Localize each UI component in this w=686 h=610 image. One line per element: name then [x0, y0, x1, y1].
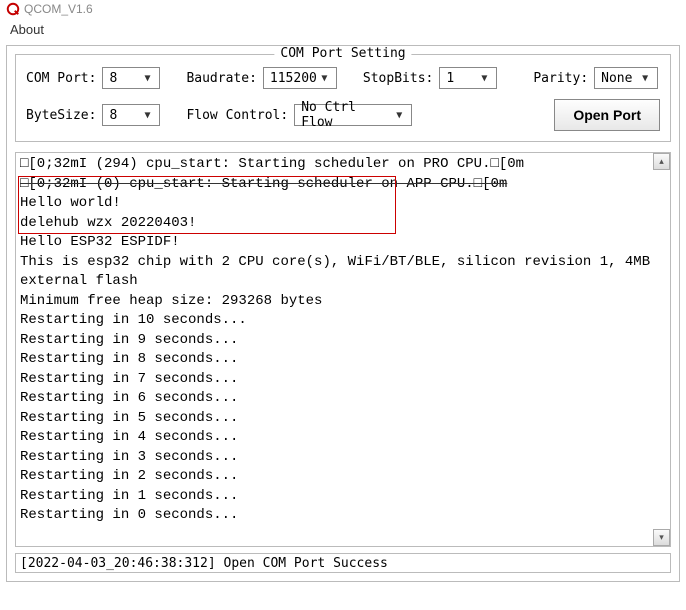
stopbits-select[interactable]: 1 ▼	[439, 67, 497, 89]
dropdown-arrow-icon: ▼	[476, 73, 492, 84]
parity-label: Parity:	[533, 71, 588, 86]
terminal-line: □[0;32mI (0) cpu_start: Starting schedul…	[20, 175, 666, 195]
terminal-line: Restarting in 1 seconds...	[20, 487, 666, 507]
flowcontrol-value: No Ctrl Flow	[301, 100, 391, 130]
main-frame: COM Port Setting COM Port: 8 ▼ Baudrate:…	[6, 45, 680, 582]
baudrate-label: Baudrate:	[186, 71, 256, 86]
flowcontrol-select[interactable]: No Ctrl Flow ▼	[294, 104, 412, 126]
dropdown-arrow-icon: ▼	[391, 110, 407, 121]
terminal-line: delehub wzx 20220403!	[20, 214, 666, 234]
terminal-output[interactable]: □[0;32mI (294) cpu_start: Starting sched…	[16, 153, 670, 546]
stopbits-value: 1	[446, 71, 476, 86]
terminal-line: This is esp32 chip with 2 CPU core(s), W…	[20, 253, 666, 273]
settings-row-1: COM Port: 8 ▼ Baudrate: 115200 ▼ StopBit…	[26, 67, 660, 89]
status-text: [2022-04-03_20:46:38:312] Open COM Port …	[20, 556, 388, 571]
terminal-line: Restarting in 6 seconds...	[20, 389, 666, 409]
comport-value: 8	[109, 71, 139, 86]
group-legend: COM Port Setting	[274, 46, 411, 61]
open-port-button[interactable]: Open Port	[554, 99, 660, 131]
dropdown-arrow-icon: ▼	[139, 73, 155, 84]
terminal-output-panel: □[0;32mI (294) cpu_start: Starting sched…	[15, 152, 671, 547]
comport-label: COM Port:	[26, 71, 96, 86]
settings-row-2: ByteSize: 8 ▼ Flow Control: No Ctrl Flow…	[26, 99, 660, 131]
flowcontrol-label: Flow Control:	[186, 108, 288, 123]
bytesize-select[interactable]: 8 ▼	[102, 104, 160, 126]
baudrate-select[interactable]: 115200 ▼	[263, 67, 337, 89]
scroll-up-button[interactable]: ▴	[653, 153, 670, 170]
terminal-line: Restarting in 8 seconds...	[20, 350, 666, 370]
window-titlebar: QCOM_V1.6	[0, 0, 686, 18]
terminal-line: Restarting in 5 seconds...	[20, 409, 666, 429]
terminal-line: Hello world!	[20, 194, 666, 214]
terminal-line: Restarting in 10 seconds...	[20, 311, 666, 331]
dropdown-arrow-icon: ▼	[637, 73, 653, 84]
comport-select[interactable]: 8 ▼	[102, 67, 160, 89]
terminal-line: □[0;32mI (294) cpu_start: Starting sched…	[20, 155, 666, 175]
terminal-line: external flash	[20, 272, 666, 292]
dropdown-arrow-icon: ▼	[139, 110, 155, 121]
bytesize-label: ByteSize:	[26, 108, 96, 123]
dropdown-arrow-icon: ▼	[317, 73, 332, 84]
app-icon	[6, 2, 20, 16]
terminal-line: Restarting in 0 seconds...	[20, 506, 666, 526]
baudrate-value: 115200	[270, 71, 317, 86]
parity-value: None	[601, 71, 637, 86]
terminal-line: Restarting in 2 seconds...	[20, 467, 666, 487]
parity-select[interactable]: None ▼	[594, 67, 658, 89]
com-port-setting-group: COM Port Setting COM Port: 8 ▼ Baudrate:…	[15, 54, 671, 142]
terminal-line: Minimum free heap size: 293268 bytes	[20, 292, 666, 312]
menu-about[interactable]: About	[10, 22, 44, 37]
terminal-line: Restarting in 9 seconds...	[20, 331, 666, 351]
status-bar: [2022-04-03_20:46:38:312] Open COM Port …	[15, 553, 671, 573]
bytesize-value: 8	[109, 108, 139, 123]
stopbits-label: StopBits:	[363, 71, 433, 86]
terminal-line: Hello ESP32 ESPIDF!	[20, 233, 666, 253]
menubar: About	[0, 18, 686, 43]
terminal-line: Restarting in 3 seconds...	[20, 448, 666, 468]
scroll-down-button[interactable]: ▾	[653, 529, 670, 546]
window-title: QCOM_V1.6	[24, 2, 93, 16]
terminal-line: Restarting in 7 seconds...	[20, 370, 666, 390]
terminal-line: Restarting in 4 seconds...	[20, 428, 666, 448]
